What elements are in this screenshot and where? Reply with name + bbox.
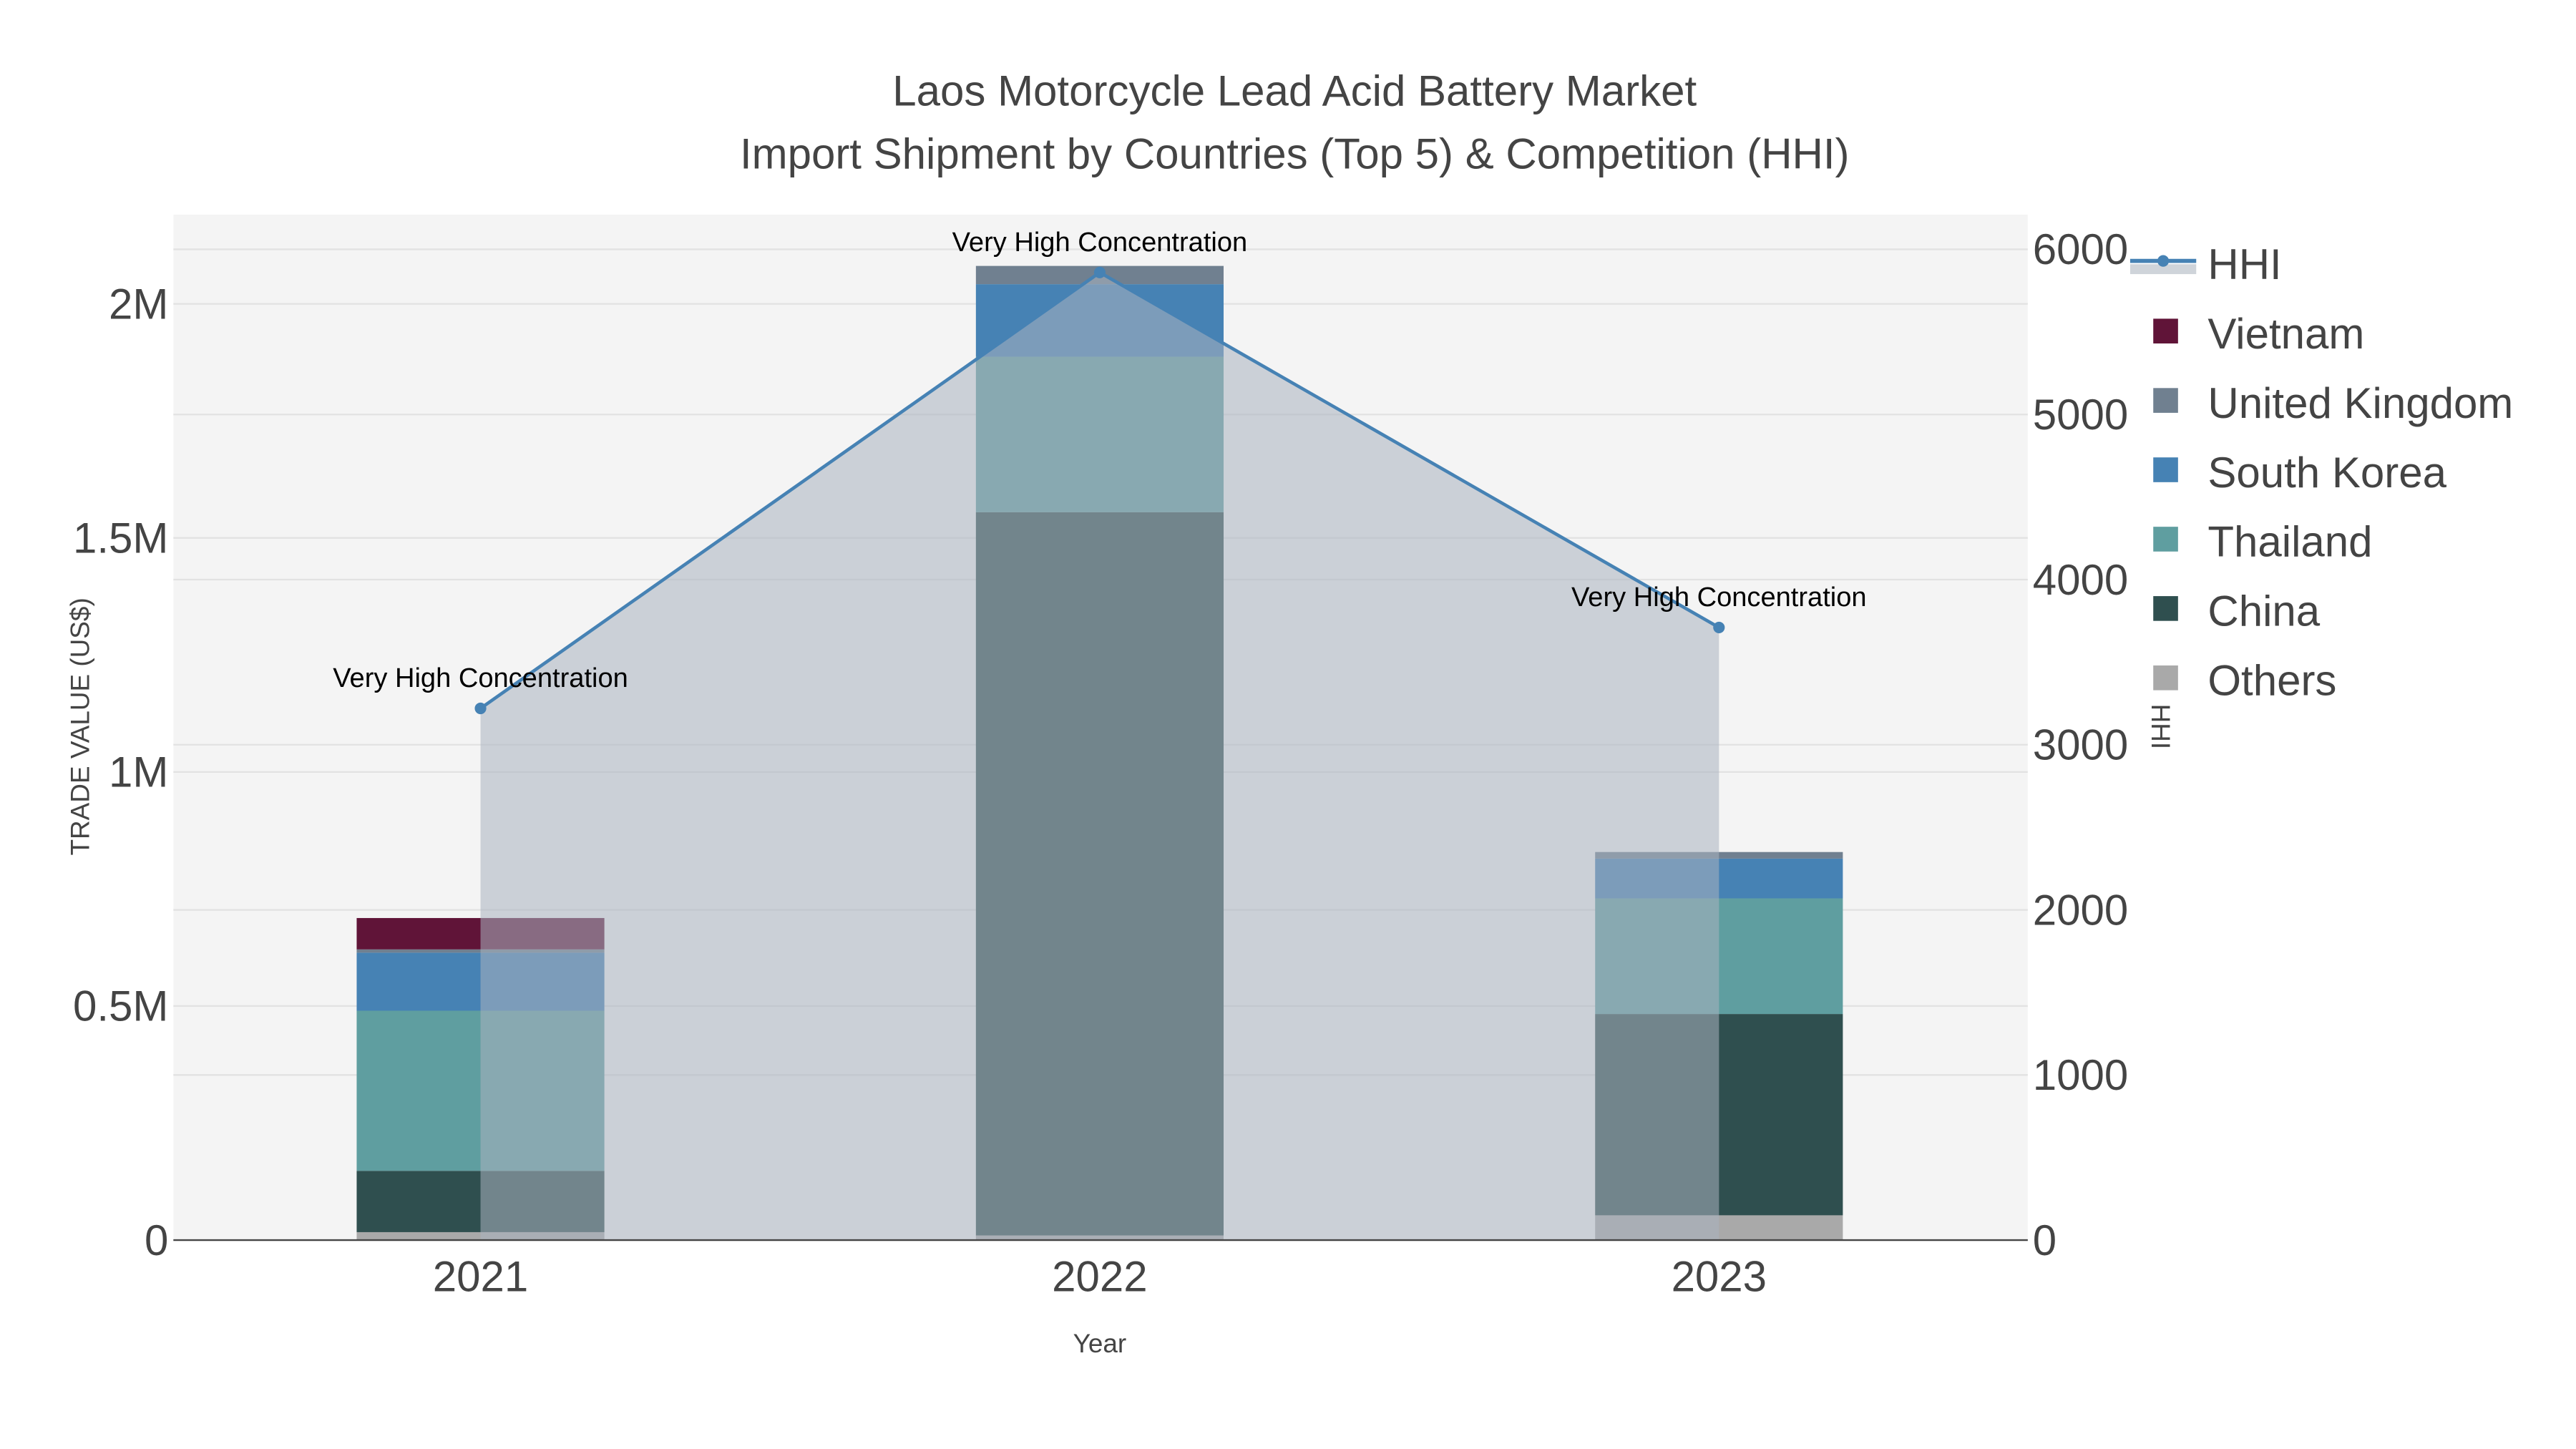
y-axis-label: TRADE VALUE (US$) [66, 597, 95, 855]
y-tick-label: 1M [109, 748, 168, 796]
chart-title: Laos Motorcycle Lead Acid Battery Market [892, 67, 1697, 115]
y-tick-label: 0.5M [73, 982, 168, 1030]
legend-swatch-thailand [2153, 527, 2178, 552]
hhi-annotation: Very High Concentration [952, 228, 1248, 258]
legend-label-south-korea: South Korea [2207, 449, 2446, 497]
hhi-annotation: Very High Concentration [333, 663, 628, 693]
y-tick-label: 2M [109, 280, 168, 328]
legend-label-hhi: HHI [2207, 240, 2281, 288]
y-tick-label: 0 [145, 1216, 168, 1264]
x-axis-label: Year [1073, 1329, 1127, 1358]
y2-tick-label: 3000 [2033, 721, 2128, 769]
y2-tick-label: 6000 [2033, 225, 2128, 273]
y2-tick-label: 0 [2033, 1216, 2057, 1264]
legend: HHI Vietnam United Kingdom South Korea Thail… [2129, 240, 2513, 705]
hhi-annotation: Very High Concentration [1571, 582, 1867, 613]
y2-tick-label: 4000 [2033, 556, 2128, 604]
x-tick-label: 2023 [1672, 1253, 1767, 1301]
y2-tick-label: 2000 [2033, 886, 2128, 934]
legend-swatch-south-korea [2153, 457, 2178, 482]
legend-swatch-united-kingdom [2153, 388, 2178, 413]
hhi-point [1093, 266, 1106, 278]
chart-subtitle: Import Shipment by Countries (Top 5) & C… [740, 130, 1850, 177]
chart: 00.5M1M1.5M2M 0100020003000400050006000 … [66, 67, 2514, 1358]
legend-label-vietnam: Vietnam [2207, 310, 2364, 358]
legend-label-others: Others [2207, 657, 2336, 705]
y-tick-label: 1.5M [73, 514, 168, 562]
y2-axis-label: HHI [2146, 704, 2175, 750]
legend-swatch-vietnam [2153, 318, 2178, 343]
legend-label-united-kingdom: United Kingdom [2207, 379, 2513, 427]
hhi-point [1713, 621, 1725, 633]
y2-tick-label: 5000 [2033, 391, 2128, 439]
hhi-point [474, 702, 487, 715]
legend-swatch-china [2153, 596, 2178, 621]
x-tick-label: 2021 [433, 1253, 528, 1301]
legend-label-thailand: Thailand [2207, 518, 2372, 566]
legend-label-china: China [2207, 587, 2320, 635]
legend-swatch-others [2153, 665, 2178, 691]
x-axis-ticks: 2021 2022 2023 [433, 1253, 1767, 1301]
x-tick-label: 2022 [1052, 1253, 1147, 1301]
legend-hhi-marker [2157, 255, 2170, 267]
y2-tick-label: 1000 [2033, 1051, 2128, 1099]
y2-axis-ticks: 0 1000 2000 3000 4000 5000 6000 [2033, 225, 2128, 1264]
